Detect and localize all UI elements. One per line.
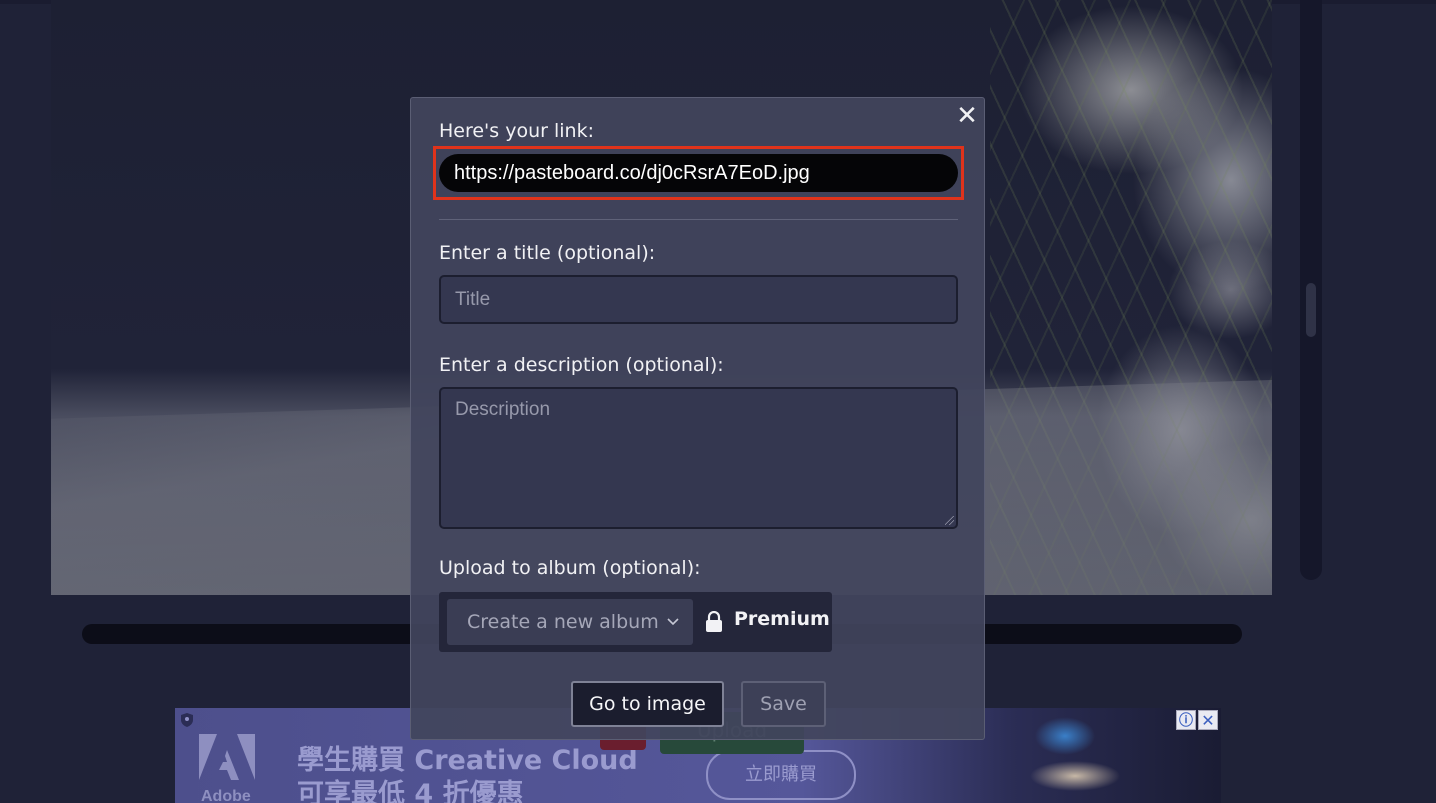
- album-select[interactable]: Create a new album: [447, 599, 693, 645]
- album-select-value: Create a new album: [467, 611, 659, 633]
- description-textarea[interactable]: Description: [439, 387, 958, 529]
- premium-label: Premium: [734, 608, 830, 630]
- title-label: Enter a title (optional):: [439, 242, 656, 264]
- album-label: Upload to album (optional):: [439, 557, 701, 579]
- go-to-image-button[interactable]: Go to image: [571, 681, 724, 727]
- ad-info-icon[interactable]: ⓘ: [1176, 710, 1196, 730]
- share-link-dialog: ✕ Here's your link: https://pasteboard.c…: [410, 97, 985, 740]
- share-link-field[interactable]: https://pasteboard.co/dj0cRsrA7EoD.jpg: [439, 154, 958, 192]
- ad-buy-button[interactable]: 立即購買: [706, 750, 856, 800]
- ad-brand-text: Adobe: [201, 788, 251, 803]
- chevron-down-icon: [667, 618, 679, 626]
- title-input[interactable]: Title: [439, 275, 958, 324]
- ad-subheadline: 可享最低 4 折優惠: [297, 779, 524, 803]
- ad-close-icon[interactable]: ✕: [1198, 710, 1218, 730]
- vertical-scroll-thumb[interactable]: [1306, 283, 1316, 337]
- ad-dancer-image: [1005, 716, 1135, 803]
- divider: [439, 219, 958, 220]
- description-label: Enter a description (optional):: [439, 354, 724, 376]
- link-label: Here's your link:: [439, 120, 594, 142]
- description-placeholder: Description: [455, 399, 551, 420]
- ad-shield-icon: [181, 713, 193, 727]
- lock-icon: [706, 611, 722, 632]
- adobe-logo-icon: [199, 734, 255, 780]
- save-button[interactable]: Save: [741, 681, 826, 727]
- resize-grip-icon[interactable]: [945, 516, 954, 525]
- album-row: Create a new album Premium: [439, 592, 832, 652]
- close-icon[interactable]: ✕: [954, 103, 980, 129]
